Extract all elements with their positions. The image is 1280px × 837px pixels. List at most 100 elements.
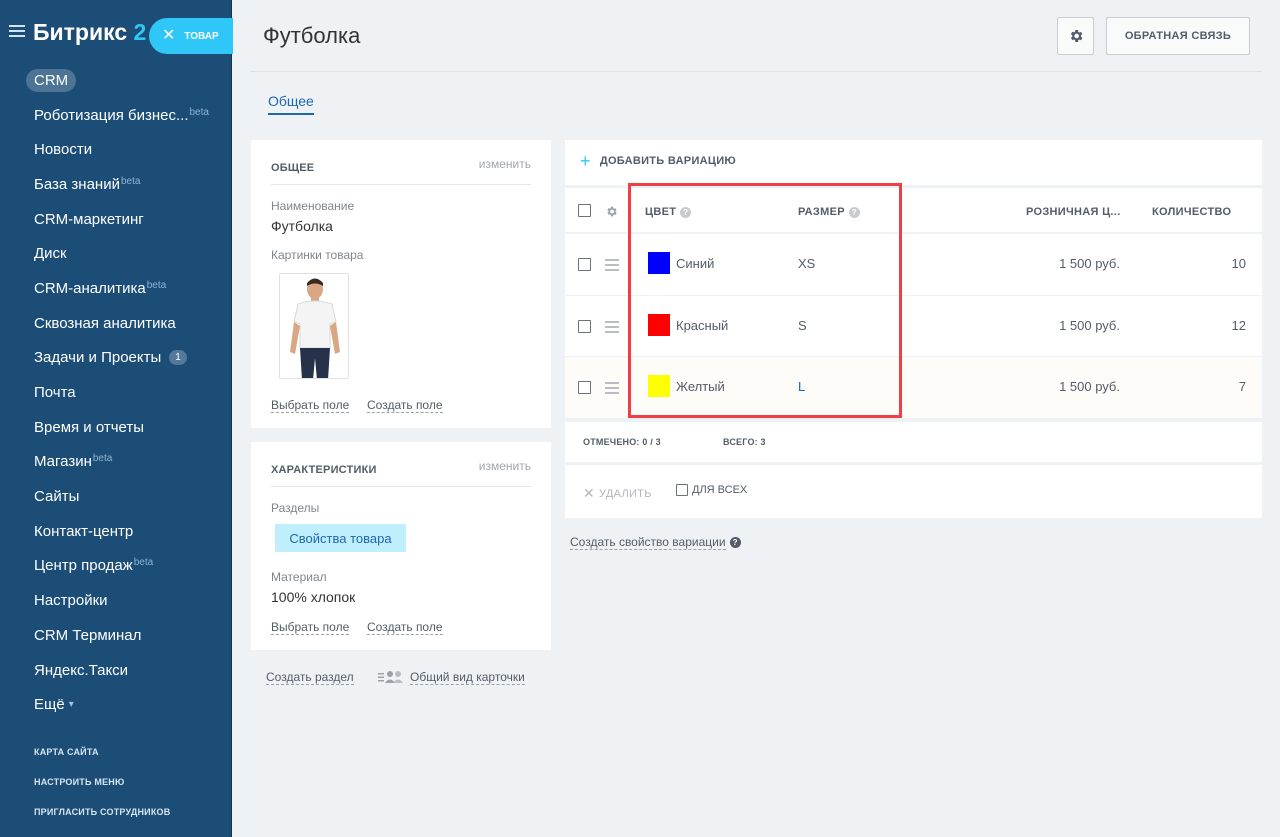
- sidebar-item-tasks[interactable]: Задачи и Проекты 1: [0, 341, 232, 376]
- create-field-link[interactable]: Создать поле: [367, 620, 443, 635]
- row-checkbox[interactable]: [578, 319, 591, 333]
- variations-table: ЦВЕТ? РАЗМЕР? РОЗНИЧНАЯ Ц... КОЛИЧЕСТВО …: [565, 188, 1262, 420]
- drag-handle-icon[interactable]: [605, 320, 619, 336]
- color-name[interactable]: Синий: [676, 256, 714, 271]
- quantity-value[interactable]: 7: [1239, 379, 1246, 394]
- logo[interactable]: Битрикс 2: [33, 19, 146, 46]
- column-quantity[interactable]: КОЛИЧЕСТВО: [1152, 206, 1231, 218]
- create-field-link[interactable]: Создать поле: [367, 398, 443, 413]
- card-header: ОБЩЕЕ изменить: [271, 157, 531, 185]
- table-row[interactable]: Синий XS 1 500 руб. 10: [565, 234, 1262, 296]
- color-name[interactable]: Красный: [676, 318, 728, 333]
- row-checkbox[interactable]: [578, 381, 591, 395]
- size-value[interactable]: XS: [798, 256, 815, 271]
- sidebar-item-crm[interactable]: CRM: [0, 63, 232, 98]
- help-icon[interactable]: ?: [680, 206, 692, 218]
- menu-burger-icon[interactable]: [9, 25, 25, 38]
- for-all-toggle[interactable]: ДЛЯ ВСЕХ: [676, 484, 747, 496]
- sidebar-item-shop[interactable]: Магазин beta: [0, 445, 232, 480]
- sidebar-item-sales-center[interactable]: Центр продаж beta: [0, 549, 232, 584]
- add-variation-button[interactable]: + ДОБАВИТЬ ВАРИАЦИЮ: [580, 151, 736, 171]
- plus-icon: +: [580, 151, 591, 171]
- sidebar-item-crm-analytics[interactable]: CRM-аналитика beta: [0, 271, 232, 306]
- table-row[interactable]: Желтый L 1 500 руб. 7: [565, 357, 1262, 420]
- sidebar-item-crm-marketing[interactable]: CRM-маркетинг: [0, 202, 232, 237]
- select-field-link[interactable]: Выбрать поле: [271, 620, 350, 635]
- sidebar-item-time-reports[interactable]: Время и отчеты: [0, 410, 232, 445]
- tshirt-person-image: [280, 274, 348, 378]
- sidebar-item-label: CRM: [26, 68, 77, 92]
- sidebar-item-label: Настройки: [34, 592, 108, 610]
- card-view-icon: [378, 671, 403, 683]
- sidebar-item-robotization[interactable]: Роботизация бизнес... beta: [0, 98, 232, 133]
- sidebar-item-crm-terminal[interactable]: CRM Терминал: [0, 618, 232, 653]
- column-size[interactable]: РАЗМЕР?: [798, 206, 860, 218]
- sidebar-item-disk[interactable]: Диск: [0, 236, 232, 271]
- sidebar: Битрикс 2 CRM Роботизация бизнес... beta …: [0, 0, 232, 837]
- gear-icon: [1070, 30, 1082, 42]
- delete-button[interactable]: ✕ УДАЛИТЬ: [583, 485, 652, 502]
- select-all-checkbox[interactable]: [578, 204, 591, 217]
- configure-menu-link[interactable]: НАСТРОИТЬ МЕНЮ: [34, 774, 170, 804]
- edit-link[interactable]: изменить: [479, 157, 531, 171]
- sidebar-item-end-to-end-analytics[interactable]: Сквозная аналитика: [0, 306, 232, 341]
- color-name[interactable]: Желтый: [676, 379, 725, 394]
- size-value[interactable]: L: [798, 379, 805, 394]
- name-label: Наименование: [271, 199, 355, 213]
- column-price[interactable]: РОЗНИЧНАЯ Ц...: [1026, 206, 1120, 218]
- sidebar-item-yandex-taxi[interactable]: Яндекс.Такси: [0, 653, 232, 688]
- sidebar-item-label: CRM-аналитика: [34, 279, 146, 297]
- section-chip[interactable]: Свойства товара: [275, 524, 406, 552]
- invite-employees-link[interactable]: ПРИГЛАСИТЬ СОТРУДНИКОВ: [34, 804, 170, 834]
- sidebar-item-label: Диск: [34, 245, 67, 263]
- sidebar-item-label: Задачи и Проекты: [34, 349, 162, 367]
- column-color[interactable]: ЦВЕТ?: [645, 206, 692, 218]
- quantity-value[interactable]: 10: [1232, 256, 1246, 271]
- name-value[interactable]: Футболка: [271, 218, 333, 234]
- sidebar-item-settings[interactable]: Настройки: [0, 583, 232, 618]
- for-all-checkbox[interactable]: [676, 484, 688, 496]
- help-icon[interactable]: ?: [848, 206, 860, 218]
- images-label: Картинки товара: [271, 248, 364, 262]
- drag-handle-icon[interactable]: [605, 259, 619, 274]
- row-checkbox[interactable]: [578, 258, 591, 271]
- sidebar-item-knowledge[interactable]: База знаний beta: [0, 167, 232, 202]
- create-variation-property-link[interactable]: Создать свойство вариации: [570, 535, 726, 550]
- drag-handle-icon[interactable]: [605, 382, 619, 397]
- price-value[interactable]: 1 500 руб.: [1059, 379, 1120, 394]
- gear-icon[interactable]: [605, 205, 618, 218]
- sidebar-item-contact-center[interactable]: Контакт-центр: [0, 514, 232, 549]
- close-product-slider-button[interactable]: ✕ ТОВАР: [149, 18, 233, 54]
- card-view-link[interactable]: Общий вид карточки: [410, 670, 525, 685]
- feedback-button[interactable]: ОБРАТНАЯ СВЯЗЬ: [1106, 17, 1250, 55]
- delete-label: УДАЛИТЬ: [599, 487, 652, 500]
- table-row[interactable]: Красный S 1 500 руб. 12: [565, 296, 1262, 358]
- tab-general[interactable]: Общее: [268, 93, 314, 115]
- price-value[interactable]: 1 500 руб.: [1059, 318, 1120, 333]
- card-header: ХАРАКТЕРИСТИКИ изменить: [271, 459, 531, 487]
- create-section-link[interactable]: Создать раздел: [266, 670, 354, 685]
- sitemap-link[interactable]: КАРТА САЙТА: [34, 744, 170, 774]
- product-image[interactable]: [279, 273, 349, 379]
- help-icon[interactable]: ?: [729, 537, 741, 548]
- quantity-value[interactable]: 12: [1232, 318, 1246, 333]
- sidebar-item-mail[interactable]: Почта: [0, 375, 232, 410]
- sidebar-item-sites[interactable]: Сайты: [0, 479, 232, 514]
- price-value[interactable]: 1 500 руб.: [1059, 256, 1120, 271]
- selected-count: ОТМЕЧЕНО: 0 / 3: [583, 437, 661, 447]
- beta-badge: beta: [92, 453, 113, 465]
- size-value[interactable]: S: [798, 318, 807, 333]
- select-field-link[interactable]: Выбрать поле: [271, 398, 350, 413]
- material-label: Материал: [271, 570, 327, 584]
- sidebar-item-label: Время и отчеты: [34, 418, 145, 436]
- sidebar-item-news[interactable]: Новости: [0, 132, 232, 167]
- edit-link[interactable]: изменить: [479, 459, 531, 473]
- material-value[interactable]: 100% хлопок: [271, 589, 355, 605]
- sidebar-item-label: Сквозная аналитика: [34, 314, 176, 332]
- settings-button[interactable]: [1057, 17, 1094, 55]
- table-header: ЦВЕТ? РАЗМЕР? РОЗНИЧНАЯ Ц... КОЛИЧЕСТВО: [565, 188, 1262, 234]
- for-all-label: ДЛЯ ВСЕХ: [692, 484, 748, 496]
- beta-badge: beta: [189, 106, 209, 118]
- sidebar-item-more[interactable]: Ещё ▾: [0, 687, 232, 722]
- product-badge-label: ТОВАР: [184, 30, 219, 42]
